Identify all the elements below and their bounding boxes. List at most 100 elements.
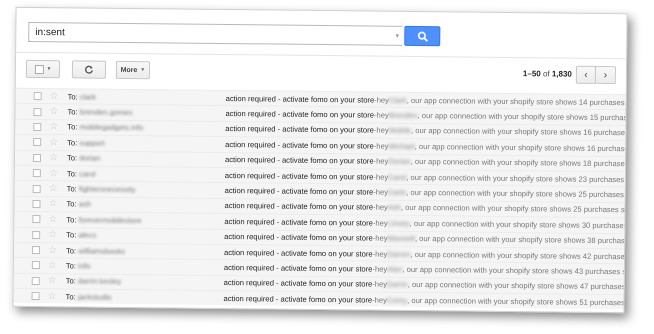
row-checkbox[interactable]	[32, 215, 41, 224]
select-all-dropdown[interactable]: ▼	[25, 59, 61, 79]
to-label: To:	[65, 245, 77, 256]
recipient-cell: To: fightersnecessity	[67, 184, 223, 195]
recipient-name: fightersnecessity	[78, 184, 136, 195]
snippet-name: Brenden	[388, 110, 418, 121]
to-label: To:	[66, 215, 77, 225]
chevron-right-icon: ›	[603, 69, 608, 81]
subject: action required - activate fomo on your …	[224, 170, 374, 182]
star-icon[interactable]: ☆	[49, 168, 61, 179]
star-icon[interactable]: ☆	[49, 137, 61, 148]
snippet-text: , our app connection with your shopify s…	[410, 126, 626, 138]
snippet-name: Darren	[387, 249, 411, 259]
snippet-text: , our app connection with your shopify s…	[414, 141, 626, 154]
recipient-cell: To: mobilegadgets.info	[67, 123, 223, 134]
row-checkbox[interactable]	[32, 230, 41, 239]
subject: action required - activate fomo on your …	[225, 93, 375, 105]
select-all-checkbox[interactable]	[34, 64, 44, 74]
recipient-cell: To: brenden.gomes	[67, 107, 223, 118]
star-icon[interactable]: ☆	[49, 106, 61, 117]
subject: action required - activate fomo on your …	[224, 155, 374, 166]
older-button[interactable]: ›	[595, 65, 616, 85]
snippet-greeting: hey	[375, 233, 388, 243]
row-checkbox[interactable]	[31, 292, 40, 301]
search-input[interactable]	[28, 21, 393, 46]
snippet-greeting: hey	[374, 295, 387, 305]
search-bar: ▼	[28, 21, 441, 48]
snippet-greeting: hey	[376, 156, 389, 166]
recipient-cell: To: williamsbooks	[66, 246, 222, 257]
snippet-greeting: hey	[376, 95, 390, 105]
snippet-text: , our app connection with your shopify s…	[407, 280, 624, 292]
recipient-cell: To: carol	[67, 169, 223, 180]
to-label: To:	[66, 199, 77, 209]
to-label: To:	[65, 276, 76, 286]
pagination-range: 1–50	[522, 69, 541, 79]
recipient-cell: To: forevermobilestore	[66, 215, 222, 226]
refresh-icon	[85, 65, 93, 74]
chevron-down-icon: ▼	[140, 67, 146, 74]
row-checkbox[interactable]	[31, 261, 40, 270]
snippet-greeting: hey	[375, 203, 388, 213]
recipient-name: carol	[79, 169, 96, 179]
subject: action required - activate fomo on your …	[225, 124, 374, 136]
star-icon[interactable]: ☆	[49, 152, 61, 163]
row-checkbox[interactable]	[33, 122, 42, 132]
newer-button[interactable]: ‹	[575, 65, 597, 84]
subject: action required - activate fomo on your …	[223, 262, 373, 274]
gmail-window: ▼ ▼ More ▼ 1–50 of 1,830 ‹ › ☆To: clarka…	[12, 6, 628, 314]
row-checkbox[interactable]	[32, 199, 41, 208]
to-label: To:	[65, 292, 76, 302]
snippet-text: , our app connection with your shopify s…	[410, 249, 625, 261]
recipient-name: support	[79, 138, 105, 148]
recipient-name: dorian	[79, 153, 101, 163]
refresh-button[interactable]	[71, 60, 107, 79]
snippet-text: , our app connection with your shopify s…	[417, 111, 626, 123]
star-icon[interactable]: ☆	[47, 291, 59, 302]
to-label: To:	[67, 92, 78, 102]
snippet-name: Carlo	[387, 187, 407, 197]
snippet-text: , our app connection with your shopify s…	[406, 172, 625, 184]
subject: action required - activate fomo on your …	[225, 109, 375, 120]
to-label: To:	[65, 261, 77, 271]
star-icon[interactable]: ☆	[50, 91, 62, 102]
recipient-name: alecs	[78, 230, 97, 240]
row-checkbox[interactable]	[33, 92, 42, 101]
row-checkbox[interactable]	[32, 184, 41, 193]
snippet-text: , our app connection with your shopify s…	[407, 295, 624, 308]
more-button[interactable]: More ▼	[115, 60, 151, 80]
star-icon[interactable]: ☆	[48, 199, 60, 210]
snippet-name: Maxwell	[387, 233, 416, 244]
search-options-caret-icon[interactable]: ▼	[392, 25, 403, 46]
star-icon[interactable]: ☆	[49, 122, 61, 133]
row-checkbox[interactable]	[33, 138, 42, 147]
star-icon[interactable]: ☆	[48, 260, 60, 271]
recipient-name: brenden.gomes	[79, 107, 133, 118]
row-checkbox[interactable]	[32, 153, 42, 162]
star-icon[interactable]: ☆	[48, 214, 60, 225]
star-icon[interactable]: ☆	[48, 276, 60, 287]
snippet-greeting: hey	[376, 141, 389, 151]
star-icon[interactable]: ☆	[48, 245, 60, 256]
subject: action required - activate fomo on your …	[223, 293, 373, 305]
star-icon[interactable]: ☆	[48, 229, 60, 240]
subject: action required - activate fomo on your …	[224, 216, 373, 228]
to-label: To:	[66, 168, 78, 179]
snippet-name: Darrin	[387, 280, 408, 290]
row-checkbox[interactable]	[31, 276, 40, 285]
recipient-name: forevermobilestore	[78, 215, 142, 225]
search-button[interactable]	[404, 25, 441, 47]
snippet-name: Carol	[388, 172, 407, 182]
recipient-name: williamsbooks	[78, 246, 126, 256]
row-checkbox[interactable]	[33, 107, 42, 116]
snippet-greeting: hey	[376, 126, 389, 136]
snippet-text: , our app connection with your shopify s…	[402, 264, 624, 277]
star-icon[interactable]: ☆	[49, 183, 61, 194]
pagination-total: 1,830	[551, 69, 572, 79]
snippet-name: Ash	[387, 203, 402, 213]
row-checkbox[interactable]	[31, 246, 41, 255]
snippet-greeting: hey	[374, 264, 388, 274]
snippet-greeting: hey	[375, 172, 389, 182]
to-label: To:	[67, 107, 78, 117]
row-checkbox[interactable]	[32, 169, 41, 178]
recipient-cell: To: ash	[66, 200, 222, 211]
